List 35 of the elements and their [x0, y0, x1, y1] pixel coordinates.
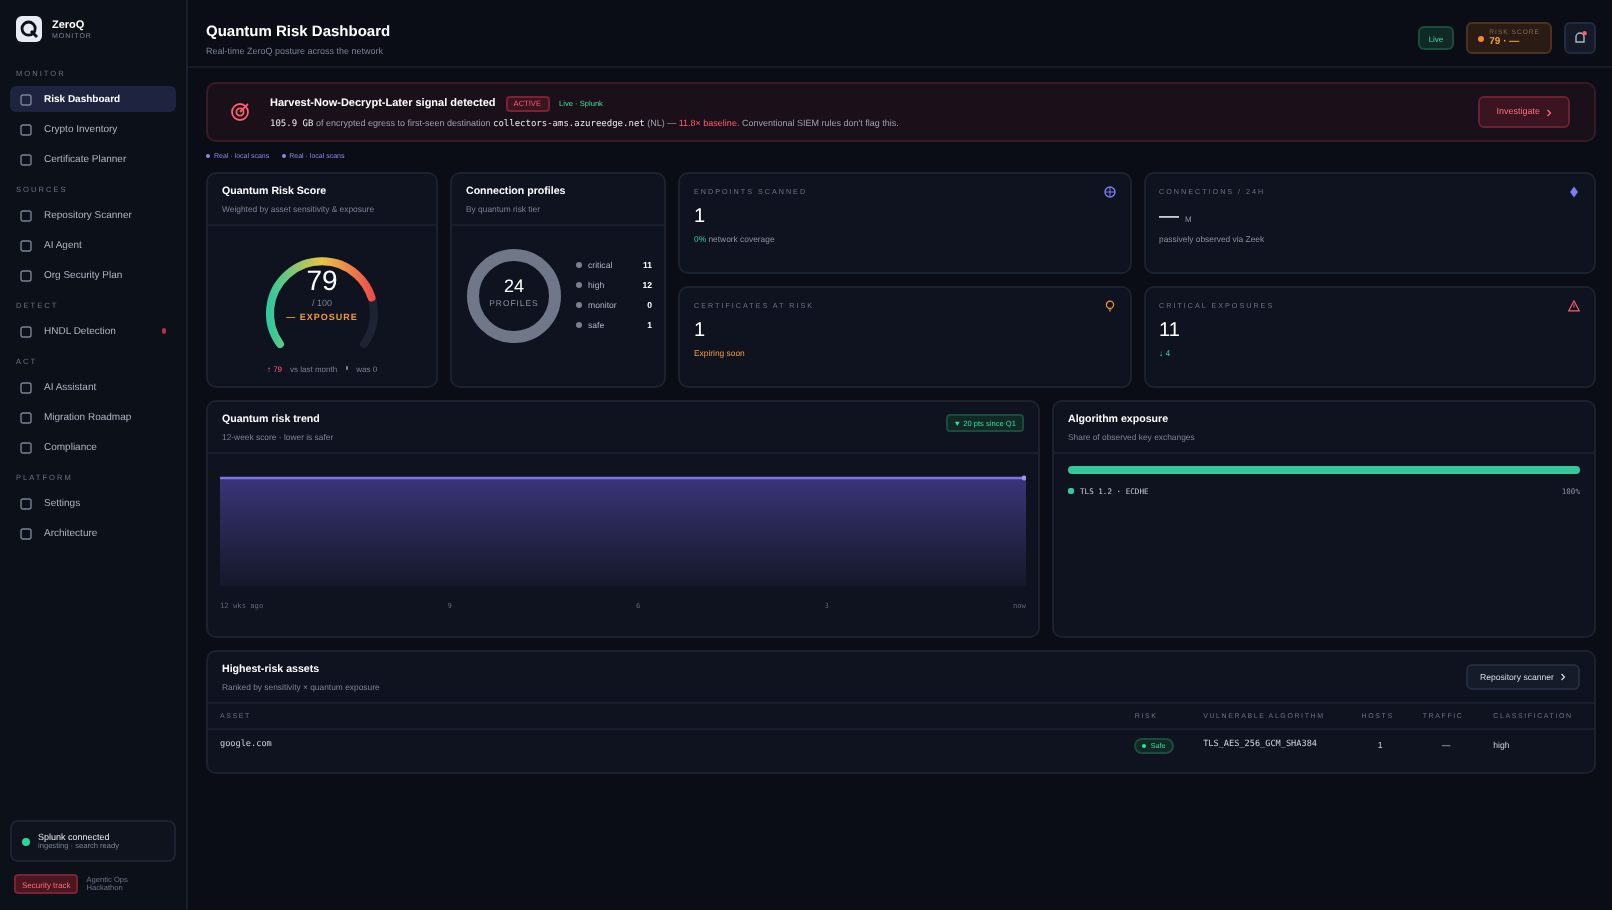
nav-icon: [20, 123, 32, 135]
nav-icon: [20, 269, 32, 281]
nav-icon: [20, 93, 32, 105]
nav-icon: [20, 153, 32, 165]
gauge-drawing: [266, 256, 378, 347]
metric-value: —: [1159, 206, 1179, 228]
score-value: 79: [306, 263, 338, 295]
tier-dot: [576, 302, 582, 308]
metric-value: 1: [694, 206, 706, 228]
nav-icon: [20, 411, 32, 423]
tier-dot: [576, 322, 582, 328]
chevron-icon: [1546, 107, 1552, 118]
metric-value: 1: [694, 320, 706, 342]
nav-icon: [20, 325, 32, 337]
nav-icon: [20, 527, 32, 539]
metric-value: 11: [1159, 320, 1180, 342]
nav-icon: [20, 209, 32, 221]
globe-icon: [1103, 186, 1115, 198]
warning-icon: [1568, 300, 1580, 312]
nav-icon: [20, 497, 32, 509]
notifications-button[interactable]: [1564, 22, 1596, 54]
chevron-icon: [1560, 672, 1566, 683]
bell-icon: [1572, 30, 1588, 46]
nav-icon: [20, 381, 32, 393]
donut-ring: [467, 248, 561, 342]
tier-dot: [576, 282, 582, 288]
logo-icon: [16, 16, 42, 42]
nav-icon: [20, 239, 32, 251]
lightbulb-icon: [1103, 300, 1115, 312]
target-icon: [230, 102, 250, 122]
profiles-total: 24: [503, 275, 524, 295]
diamond-icon: [1568, 186, 1580, 198]
nav-icon: [20, 441, 32, 453]
tier-dot: [576, 262, 582, 268]
status-dot: [22, 837, 30, 845]
